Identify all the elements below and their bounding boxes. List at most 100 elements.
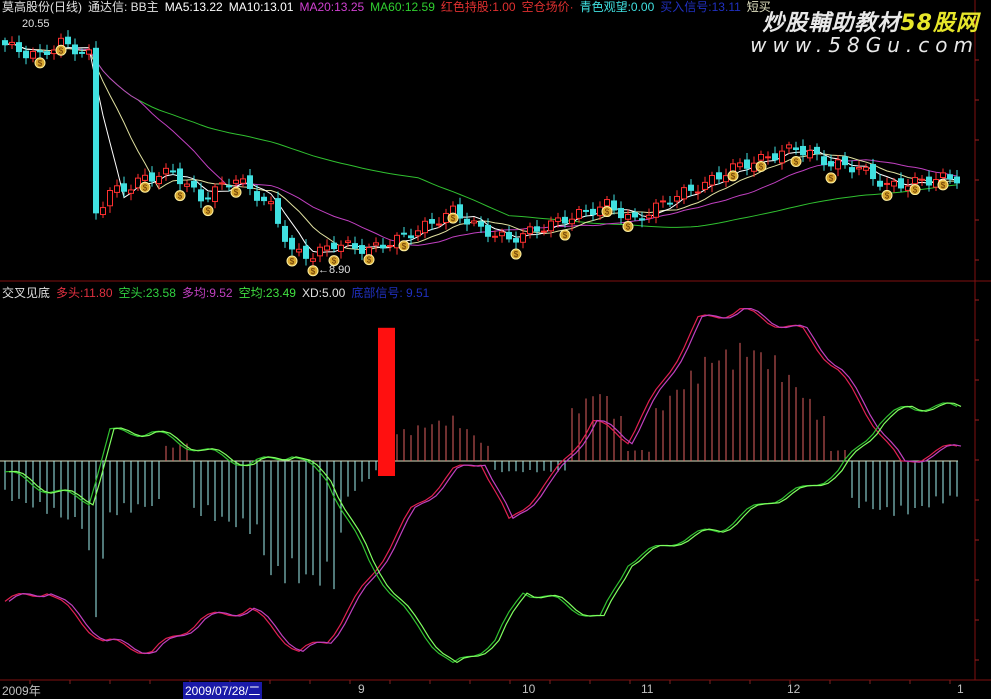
money-bag-glyph: $ xyxy=(913,186,918,195)
candle-body xyxy=(93,47,99,214)
candle-body xyxy=(471,220,477,224)
candle-body xyxy=(807,149,813,159)
candle-body xyxy=(114,185,120,193)
candle-body xyxy=(534,226,540,232)
candle-body xyxy=(219,182,225,185)
candle-body xyxy=(912,177,918,185)
candle-body xyxy=(842,156,848,166)
candle-body xyxy=(457,204,463,219)
candle-body xyxy=(310,258,316,262)
candle-body xyxy=(653,202,659,218)
candle-body xyxy=(37,50,43,53)
candle-body xyxy=(562,216,568,224)
candle-body xyxy=(520,233,526,243)
candle-body xyxy=(401,232,407,235)
candle-body xyxy=(569,218,575,225)
candle-body xyxy=(163,167,169,175)
candle-body xyxy=(814,146,820,155)
candle-body xyxy=(296,248,302,253)
candle-body xyxy=(373,242,379,246)
candle-body xyxy=(324,245,330,251)
money-bag-glyph: $ xyxy=(514,250,519,259)
candle-body xyxy=(821,156,827,166)
candle-body xyxy=(660,200,666,203)
candle-body xyxy=(828,161,834,167)
money-bag-glyph: $ xyxy=(178,192,183,201)
candle-body xyxy=(23,50,29,59)
money-bag-glyph: $ xyxy=(311,267,316,276)
candle-body xyxy=(359,245,365,254)
candle-body xyxy=(604,199,610,207)
candle-body xyxy=(548,220,554,232)
candle-body xyxy=(541,230,547,233)
candle-body xyxy=(772,153,778,161)
stock-chart[interactable]: $$$$$$$$$ $$$$$$$$$$$$$$ xyxy=(0,0,991,696)
candle-body xyxy=(191,180,197,188)
money-bag-glyph: $ xyxy=(38,59,43,68)
candle-body xyxy=(709,175,715,186)
candle-body xyxy=(702,181,708,190)
candle-body xyxy=(156,175,162,185)
candle-body xyxy=(555,217,561,222)
candle-body xyxy=(716,172,722,180)
candle-body xyxy=(30,50,36,59)
watermark-url: www.58Gu.com xyxy=(750,33,979,57)
candle-body xyxy=(65,36,71,45)
money-bag-glyph: $ xyxy=(59,46,64,55)
candle-body xyxy=(100,207,106,216)
header-value: 买入信号:13.11 xyxy=(660,0,741,14)
ma20-line xyxy=(4,43,958,246)
candle-body xyxy=(779,150,785,164)
money-bag-glyph: $ xyxy=(626,222,631,231)
header-value: 多头:11.80 xyxy=(56,286,113,300)
header-value: 空仓场价· xyxy=(521,0,574,14)
high-price-label: 20.55 xyxy=(22,18,50,30)
candle-body xyxy=(352,243,358,249)
candle-body xyxy=(289,237,295,250)
candle-body xyxy=(149,172,155,182)
candle-body xyxy=(849,167,855,173)
candle-body xyxy=(891,180,897,187)
signal-bar xyxy=(378,327,395,476)
axis-label-month: 9 xyxy=(358,682,365,696)
candle-body xyxy=(940,172,946,179)
candle-body xyxy=(408,235,414,239)
indicator-title: 交叉见底 xyxy=(2,286,51,300)
candle-body xyxy=(478,221,484,227)
candle-body xyxy=(835,159,841,170)
candle-body xyxy=(233,179,239,184)
candle-body xyxy=(282,225,288,242)
money-bag-glyph: $ xyxy=(402,242,407,251)
candle-body xyxy=(205,197,211,200)
candle-body xyxy=(331,242,337,250)
header-value: XD:5.00 xyxy=(301,286,346,300)
candle-body xyxy=(800,145,806,156)
duotou-line xyxy=(4,307,958,655)
money-bag-glyph: $ xyxy=(941,181,946,190)
money-bag-glyph: $ xyxy=(563,231,568,240)
candle-body xyxy=(765,156,771,159)
candle-body xyxy=(72,44,78,55)
candle-body xyxy=(261,196,267,202)
header-value: 青色观望:0.00 xyxy=(579,0,655,14)
candle-body xyxy=(863,166,869,171)
candle-body xyxy=(429,219,435,224)
candle-body xyxy=(268,201,274,205)
candle-body xyxy=(121,183,127,192)
candle-body xyxy=(170,170,176,173)
candle-body xyxy=(9,41,15,46)
candle-body xyxy=(744,159,750,169)
candle-body xyxy=(387,245,393,248)
money-bag-glyph: $ xyxy=(731,172,736,181)
candle-body xyxy=(380,244,386,249)
candle-body xyxy=(142,174,148,181)
candle-body xyxy=(107,190,113,207)
candle-body xyxy=(226,185,232,188)
candle-body xyxy=(86,49,92,55)
price-panel-header: 莫高股份(日线) 通达信: BB主 MA5:13.22 MA10:13.01 MA20:… xyxy=(2,0,783,14)
kongtou-line xyxy=(4,402,958,664)
stock-title: 莫高股份(日线) xyxy=(2,0,82,14)
money-bag-glyph: $ xyxy=(143,183,148,192)
header-value: 多均:9.52 xyxy=(181,286,233,300)
money-bag-glyph: $ xyxy=(794,158,799,167)
